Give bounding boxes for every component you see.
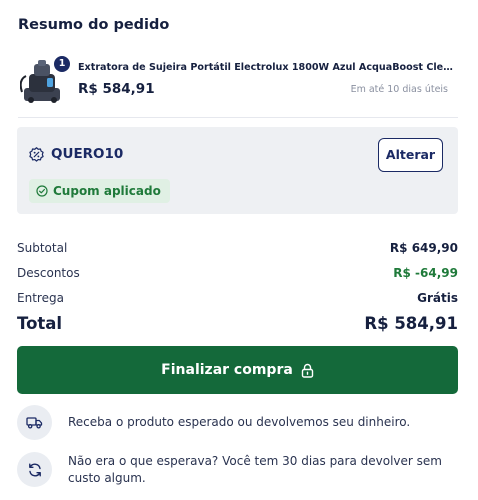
coupon-panel: QUERO10 Alterar Cupom aplicado bbox=[17, 127, 458, 214]
delivery-estimate: Em até 10 dias úteis bbox=[350, 84, 448, 95]
total-label: Total bbox=[17, 314, 63, 333]
discount-badge-icon bbox=[29, 147, 44, 162]
shipping-label: Entrega bbox=[17, 291, 64, 305]
discount-row: Descontos R$ -64,99 bbox=[17, 266, 458, 280]
product-name[interactable]: Extratora de Sujeira Portátil Electrolux… bbox=[78, 62, 456, 73]
subtotal-row: Subtotal R$ 649,90 bbox=[17, 241, 458, 255]
lock-icon bbox=[301, 363, 314, 378]
discount-value: R$ -64,99 bbox=[393, 266, 458, 280]
shipping-row: Entrega Grátis bbox=[17, 291, 458, 305]
product-price: R$ 584,91 bbox=[78, 81, 155, 97]
subtotal-value: R$ 649,90 bbox=[389, 241, 458, 255]
truck-icon bbox=[26, 417, 43, 429]
change-coupon-button[interactable]: Alterar bbox=[378, 138, 443, 172]
guarantee-text: Receba o produto esperado ou devolvemos … bbox=[68, 415, 411, 429]
subtotal-label: Subtotal bbox=[17, 241, 68, 255]
checkout-label: Finalizar compra bbox=[161, 362, 293, 378]
shipping-value: Grátis bbox=[417, 291, 458, 305]
total-value: R$ 584,91 bbox=[364, 314, 458, 333]
order-item[interactable]: 1 Extratora de Sujeira Portátil Electrol… bbox=[18, 54, 458, 108]
return-policy-text: Não era o que esperava? Você tem 30 dias… bbox=[68, 454, 442, 485]
divider bbox=[18, 117, 458, 118]
truck-icon-badge bbox=[17, 405, 52, 440]
checkout-button[interactable]: Finalizar compra bbox=[17, 346, 458, 394]
quantity-badge: 1 bbox=[54, 56, 70, 72]
coupon-applied-badge: Cupom aplicado bbox=[29, 179, 170, 203]
refresh-icon bbox=[28, 463, 41, 476]
check-circle-icon bbox=[36, 185, 48, 197]
coupon-status: Cupom aplicado bbox=[53, 184, 161, 198]
coupon-code: QUERO10 bbox=[51, 146, 124, 162]
discount-label: Descontos bbox=[17, 266, 80, 280]
refresh-icon-badge bbox=[17, 452, 52, 487]
section-title: Resumo do pedido bbox=[18, 17, 170, 33]
total-row: Total R$ 584,91 bbox=[17, 314, 458, 333]
